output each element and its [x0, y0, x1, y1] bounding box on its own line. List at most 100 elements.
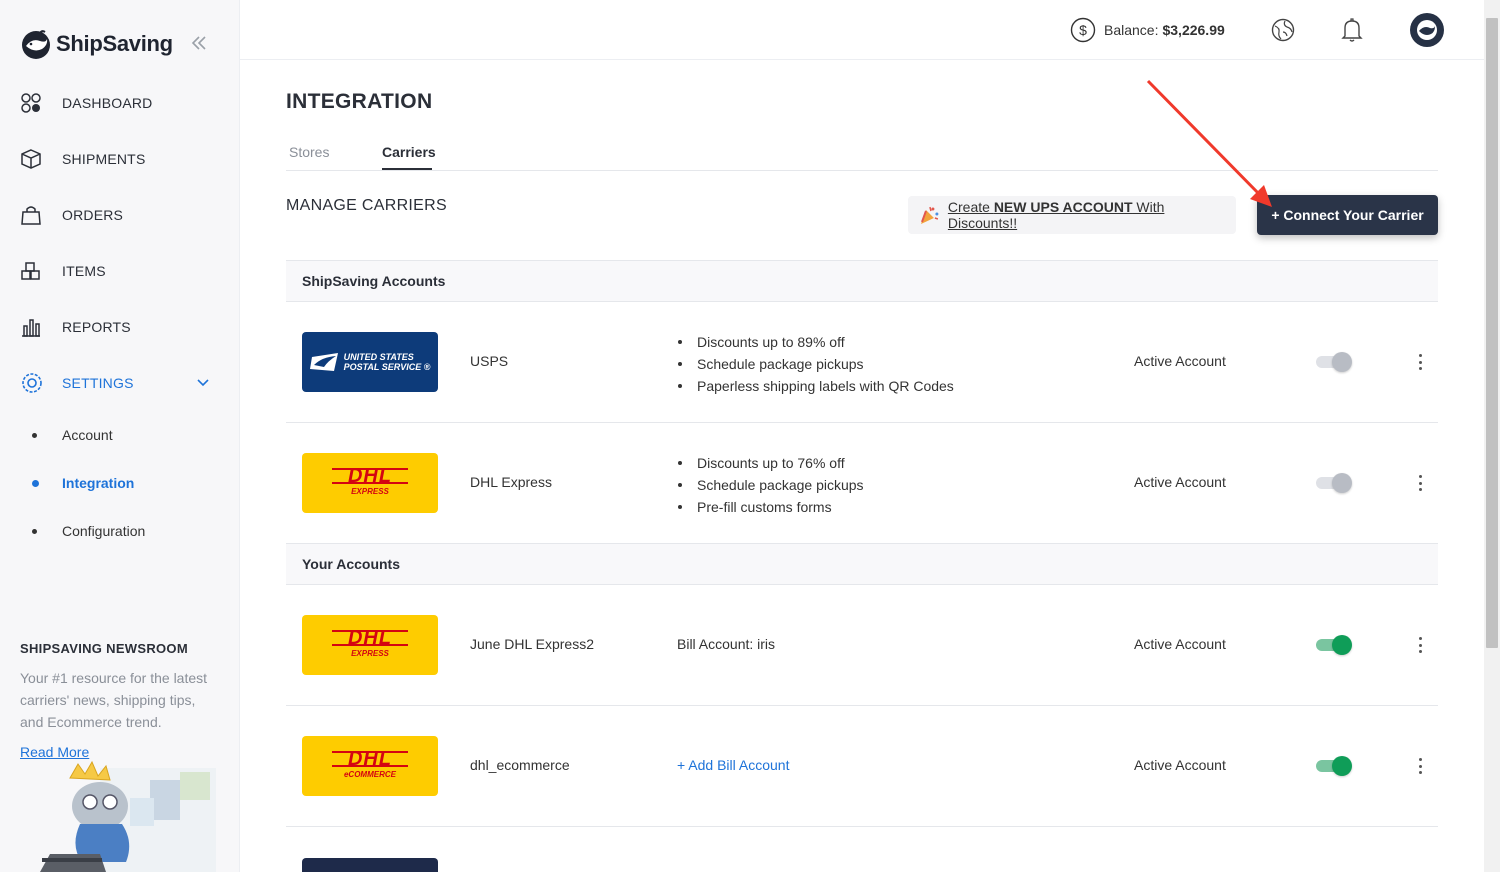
tab-stores[interactable]: Stores	[289, 144, 329, 160]
nav-orders[interactable]: ORDERS	[20, 199, 123, 231]
boxes-icon	[21, 262, 40, 280]
whale-avatar-icon	[1417, 20, 1437, 40]
mascot-illustration-icon	[40, 760, 216, 872]
subnav-label: Account	[62, 427, 113, 443]
user-avatar[interactable]	[1410, 13, 1444, 47]
topbar: $ Balance: $3,226.99	[240, 0, 1484, 60]
section-title: MANAGE CARRIERS	[286, 197, 447, 214]
box-icon	[21, 149, 41, 169]
page-title: INTEGRATION	[286, 90, 433, 113]
gear-icon	[22, 373, 42, 393]
account-status: Active Account	[1134, 353, 1226, 369]
nav-label: ITEMS	[62, 263, 106, 279]
promo-text: Create NEW UPS ACCOUNT With Discounts!!	[947, 199, 1165, 231]
balance-value: $3,226.99	[1162, 22, 1225, 38]
feature-item: Discounts up to 76% off	[676, 452, 864, 474]
group-header-shipsaving: ShipSaving Accounts	[286, 260, 1438, 302]
nav-shipments[interactable]: SHIPMENTS	[20, 143, 145, 175]
carrier-row: DHL EXPRESS June DHL Express2 Bill Accou…	[286, 585, 1438, 706]
account-status: Active Account	[1134, 757, 1226, 773]
carrier-logo-partial	[302, 858, 438, 872]
sidebar: ShipSaving DASHBOARD SHIPMENTS ORDERS IT…	[0, 0, 240, 872]
nav-label: DASHBOARD	[62, 95, 153, 111]
dhl-logo-word: DHL	[331, 466, 409, 486]
newsroom-description: Your #1 resource for the latest carriers…	[20, 670, 208, 730]
nav-label: SETTINGS	[62, 375, 134, 391]
carrier-row: DHL eCOMMERCE dhl_ecommerce + Add Bill A…	[286, 706, 1438, 827]
more-options-icon[interactable]	[1410, 352, 1430, 372]
collapse-sidebar-icon[interactable]	[190, 34, 208, 52]
chevron-down-icon[interactable]	[196, 378, 210, 388]
feature-list: Discounts up to 76% off Schedule package…	[676, 452, 864, 518]
newsroom-title: SHIPSAVING NEWSROOM	[20, 641, 188, 656]
feature-item: Discounts up to 89% off	[676, 331, 954, 353]
party-popper-icon	[920, 206, 939, 224]
subnav-configuration[interactable]: Configuration	[32, 519, 145, 543]
add-bill-account-link[interactable]: + Add Bill Account	[677, 757, 789, 773]
subnav-account[interactable]: Account	[32, 423, 113, 447]
svg-text:$: $	[1079, 22, 1087, 38]
globe-icon[interactable]	[1271, 18, 1295, 42]
create-ups-account-link[interactable]: Create NEW UPS ACCOUNT With Discounts!!	[908, 196, 1236, 234]
balance-label: Balance:	[1104, 22, 1159, 38]
tabs: Stores Carriers	[286, 140, 1438, 171]
feature-item: Schedule package pickups	[676, 353, 954, 375]
usps-eagle-icon	[309, 353, 338, 371]
dashboard-icon	[21, 93, 41, 113]
account-status: Active Account	[1134, 474, 1226, 490]
dhl-logo-sub: EXPRESS	[351, 649, 389, 658]
bullet-icon	[32, 479, 39, 487]
brand-name: ShipSaving	[56, 31, 173, 56]
dhl-logo: DHL EXPRESS	[302, 453, 438, 513]
scrollbar-thumb[interactable]	[1486, 18, 1498, 648]
feature-list: Discounts up to 89% off Schedule package…	[676, 331, 954, 397]
carrier-toggle[interactable]	[1316, 352, 1352, 372]
more-options-icon[interactable]	[1410, 756, 1430, 776]
carrier-name: USPS	[470, 353, 509, 369]
bullet-icon	[32, 432, 37, 438]
carrier-name: DHL Express	[470, 474, 552, 490]
dhl-logo: DHL eCOMMERCE	[302, 736, 438, 796]
carrier-name: dhl_ecommerce	[470, 757, 570, 773]
nav-settings[interactable]: SETTINGS	[20, 367, 134, 399]
carrier-toggle[interactable]	[1316, 635, 1352, 655]
dhl-logo-word: DHL	[331, 628, 409, 648]
dhl-logo-sub: eCOMMERCE	[343, 770, 396, 779]
shopping-bag-icon	[21, 206, 41, 225]
nav-dashboard[interactable]: DASHBOARD	[20, 87, 152, 119]
nav-reports[interactable]: REPORTS	[20, 311, 131, 343]
carrier-toggle[interactable]	[1316, 756, 1352, 776]
nav-items[interactable]: ITEMS	[20, 255, 106, 287]
carrier-row: UNITED STATES POSTAL SERVICE ® USPS Disc…	[286, 302, 1438, 423]
feature-item: Paperless shipping labels with QR Codes	[676, 375, 954, 397]
bullet-icon	[32, 528, 37, 534]
dhl-logo: DHL EXPRESS	[302, 615, 438, 675]
subnav-label: Integration	[62, 475, 135, 491]
carrier-row: DHL EXPRESS DHL Express Discounts up to …	[286, 423, 1438, 544]
carrier-name: June DHL Express2	[470, 636, 594, 652]
more-options-icon[interactable]	[1410, 635, 1430, 655]
active-tab-indicator	[382, 168, 432, 170]
dhl-logo-sub: EXPRESS	[351, 487, 389, 496]
subnav-label: Configuration	[62, 523, 146, 539]
group-title: Your Accounts	[302, 556, 401, 572]
feature-item: Schedule package pickups	[676, 474, 864, 496]
bill-account-info: Bill Account: iris	[677, 636, 776, 652]
notification-bell-icon[interactable]	[1340, 17, 1364, 43]
carrier-toggle[interactable]	[1316, 473, 1352, 493]
nav-label: SHIPMENTS	[62, 151, 146, 167]
nav-label: ORDERS	[62, 207, 124, 223]
balance-display[interactable]: $ Balance: $3,226.99	[1070, 17, 1225, 43]
logo[interactable]: ShipSaving	[20, 26, 173, 62]
nav-label: REPORTS	[62, 319, 131, 335]
usps-logo-text: POSTAL SERVICE ®	[343, 362, 431, 372]
tab-carriers[interactable]: Carriers	[382, 144, 436, 160]
whale-logo-icon	[22, 30, 50, 59]
connect-carrier-button[interactable]: + Connect Your Carrier	[1257, 195, 1438, 235]
account-status: Active Account	[1134, 636, 1226, 652]
group-title: ShipSaving Accounts	[302, 273, 446, 289]
subnav-integration[interactable]: Integration	[32, 471, 134, 495]
more-options-icon[interactable]	[1410, 473, 1430, 493]
feature-item: Pre-fill customs forms	[676, 496, 864, 518]
usps-logo: UNITED STATES POSTAL SERVICE ®	[302, 332, 438, 392]
